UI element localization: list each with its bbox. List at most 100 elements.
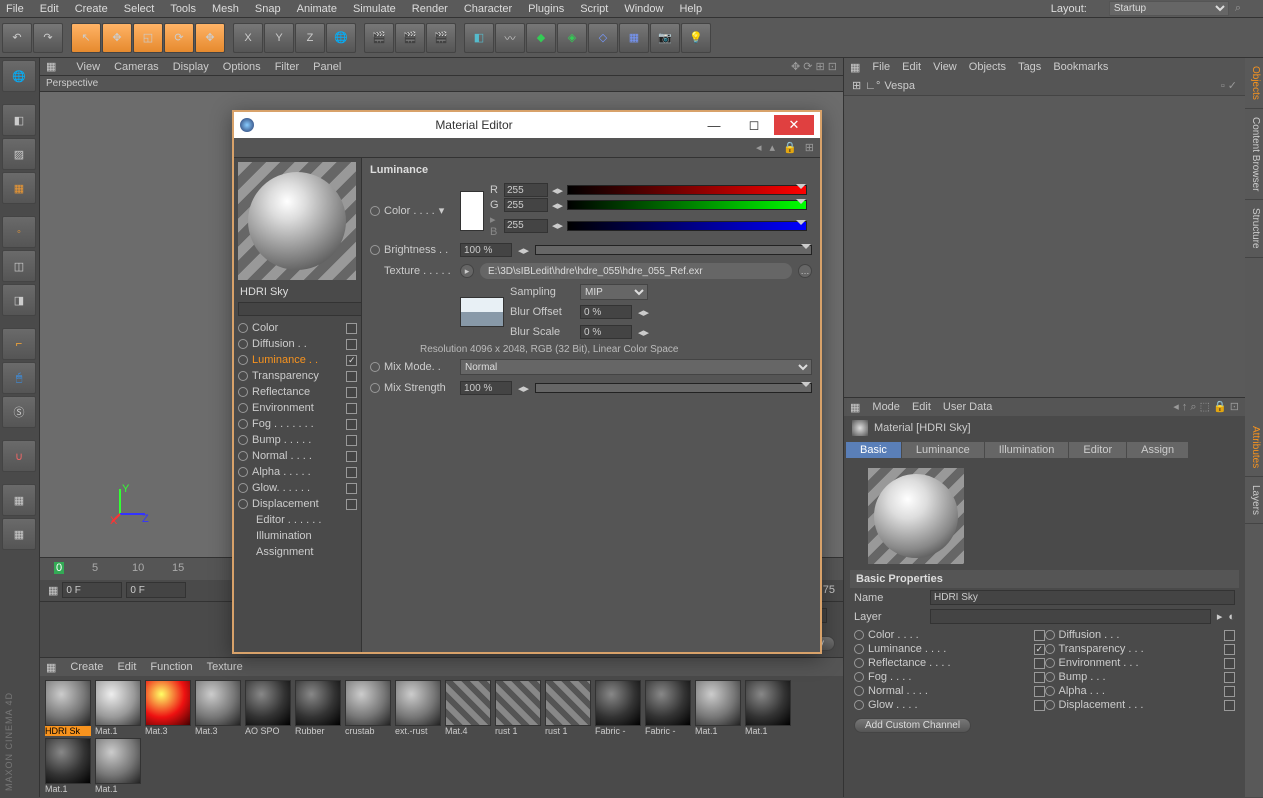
obj-menu-edit[interactable]: Edit	[902, 61, 921, 73]
channel-assignment[interactable]: Assignment	[238, 544, 357, 560]
dialog-titlebar[interactable]: Material Editor — ◻ ✕	[234, 112, 820, 138]
mixstrength-radio[interactable]	[370, 383, 380, 393]
axis-z-button[interactable]: Z	[295, 23, 325, 53]
floor-button[interactable]: ▦	[619, 23, 649, 53]
attr-ch-displacement[interactable]: Displacement . . .	[1045, 698, 1236, 712]
material-thumb[interactable]: crustab	[344, 680, 392, 736]
material-thumb[interactable]: Mat.3	[144, 680, 192, 736]
expand-icon[interactable]: ⊞	[852, 79, 861, 92]
attr-ch-luminance[interactable]: Luminance . . . .	[854, 642, 1045, 656]
attr-ch-alpha[interactable]: Alpha . . .	[1045, 684, 1236, 698]
material-thumb[interactable]: Mat.1	[744, 680, 792, 736]
obj-menu-objects[interactable]: Objects	[969, 61, 1006, 73]
material-thumb[interactable]: ext.-rust	[394, 680, 442, 736]
brightness-slider[interactable]	[535, 245, 812, 255]
sampling-select[interactable]: MIP	[580, 284, 648, 300]
workplane-cam[interactable]: ▦	[2, 518, 36, 550]
attr-ch-glow[interactable]: Glow . . . .	[854, 698, 1045, 712]
attr-ch-bump[interactable]: Bump . . .	[1045, 670, 1236, 684]
material-thumb[interactable]: rust 1	[544, 680, 592, 736]
slider-r[interactable]	[567, 185, 807, 195]
menu-mesh[interactable]: Mesh	[212, 3, 239, 15]
vp-menu-view[interactable]: View	[76, 61, 100, 73]
workplane-lock[interactable]: ▦	[2, 484, 36, 516]
mouse-button[interactable]: 🖱	[2, 362, 36, 394]
move-tool[interactable]: ✥	[102, 23, 132, 53]
deformer-button[interactable]: ◇	[588, 23, 618, 53]
texture-mode-button[interactable]: ▨	[2, 138, 36, 170]
channel-displacement[interactable]: Displacement	[238, 496, 357, 512]
texture-path[interactable]: E:\3D\sIBLedit\hdre\hdre_055\hdre_055_Re…	[480, 263, 792, 279]
channel-diffusion[interactable]: Diffusion . .	[238, 336, 357, 352]
spline-button[interactable]: 〰	[495, 23, 525, 53]
tab-basic[interactable]: Basic	[846, 442, 901, 458]
color-g-input[interactable]	[504, 198, 548, 212]
color-radio[interactable]	[370, 206, 380, 216]
attr-ch-environment[interactable]: Environment . . .	[1045, 656, 1236, 670]
menu-animate[interactable]: Animate	[297, 3, 337, 15]
menu-file[interactable]: File	[6, 3, 24, 15]
tab-editor[interactable]: Editor	[1069, 442, 1126, 458]
vp-menu-options[interactable]: Options	[223, 61, 261, 73]
channel-environment[interactable]: Environment	[238, 400, 357, 416]
render-settings-button[interactable]: 🎬	[426, 23, 456, 53]
channel-editor[interactable]: Editor . . . . . .	[238, 512, 357, 528]
material-thumb[interactable]: Rubber	[294, 680, 342, 736]
color-b-input[interactable]	[504, 219, 548, 233]
channel-normal[interactable]: Normal . . . .	[238, 448, 357, 464]
blur-scale-input[interactable]	[580, 325, 632, 339]
generator2-button[interactable]: ◈	[557, 23, 587, 53]
generator-button[interactable]: ◆	[526, 23, 556, 53]
layout-select[interactable]: Startup	[1109, 1, 1229, 16]
material-thumb[interactable]: Mat.1	[44, 738, 92, 794]
me-name-input[interactable]	[238, 302, 362, 316]
mat-menu-function[interactable]: Function	[150, 661, 192, 673]
material-thumb[interactable]: Mat.1	[94, 738, 142, 794]
channel-luminance[interactable]: Luminance . .	[238, 352, 357, 368]
side-tab-attributes[interactable]: Attributes	[1245, 418, 1263, 477]
channel-alpha[interactable]: Alpha . . . . .	[238, 464, 357, 480]
search-icon[interactable]: ⌕	[1235, 2, 1241, 15]
side-tab-structure[interactable]: Structure	[1245, 200, 1263, 258]
maximize-button[interactable]: ◻	[734, 115, 774, 135]
render-region-button[interactable]: 🎬	[395, 23, 425, 53]
menu-plugins[interactable]: Plugins	[528, 3, 564, 15]
material-thumb[interactable]: Fabric -	[594, 680, 642, 736]
obj-menu-file[interactable]: File	[872, 61, 890, 73]
vp-menu-panel[interactable]: Panel	[313, 61, 341, 73]
lock-icon[interactable]: 🔒	[783, 141, 797, 154]
attr-ch-normal[interactable]: Normal . . . .	[854, 684, 1045, 698]
timeline-cur[interactable]	[126, 582, 186, 598]
tab-illumination[interactable]: Illumination	[985, 442, 1069, 458]
nav-up-icon[interactable]: ▴	[770, 141, 776, 154]
menu-simulate[interactable]: Simulate	[353, 3, 396, 15]
attr-menu-edit[interactable]: Edit	[912, 401, 931, 413]
world-axis-button[interactable]: 🌐	[326, 23, 356, 53]
obj-menu-tags[interactable]: Tags	[1018, 61, 1041, 73]
mat-menu-create[interactable]: Create	[70, 661, 103, 673]
attr-menu-mode[interactable]: Mode	[872, 401, 900, 413]
channel-illumination[interactable]: Illumination	[238, 528, 357, 544]
nav-back-icon[interactable]: ◂	[756, 141, 762, 154]
mat-menu-texture[interactable]: Texture	[207, 661, 243, 673]
slider-b[interactable]	[567, 221, 807, 231]
material-thumb[interactable]: Mat.3	[194, 680, 242, 736]
texture-arrow-icon[interactable]: ▸	[460, 264, 474, 278]
menu-tools[interactable]: Tools	[170, 3, 196, 15]
vp-menu-cameras[interactable]: Cameras	[114, 61, 159, 73]
axis-y-button[interactable]: Y	[264, 23, 294, 53]
menu-edit[interactable]: Edit	[40, 3, 59, 15]
material-name-input[interactable]	[930, 590, 1235, 605]
layer-browse-icon[interactable]: ◐	[1228, 611, 1235, 623]
channel-bump[interactable]: Bump . . . . .	[238, 432, 357, 448]
me-material-preview[interactable]	[238, 162, 356, 280]
timeline-start[interactable]	[62, 582, 122, 598]
material-thumb[interactable]: Fabric -	[644, 680, 692, 736]
menu-snap[interactable]: Snap	[255, 3, 281, 15]
attr-ch-diffusion[interactable]: Diffusion . . .	[1045, 628, 1236, 642]
magnet-button[interactable]: ∪	[2, 440, 36, 472]
channel-transparency[interactable]: Transparency	[238, 368, 357, 384]
color-r-input[interactable]	[504, 183, 548, 197]
texture-thumbnail[interactable]	[460, 297, 504, 327]
attr-ch-fog[interactable]: Fog . . . .	[854, 670, 1045, 684]
